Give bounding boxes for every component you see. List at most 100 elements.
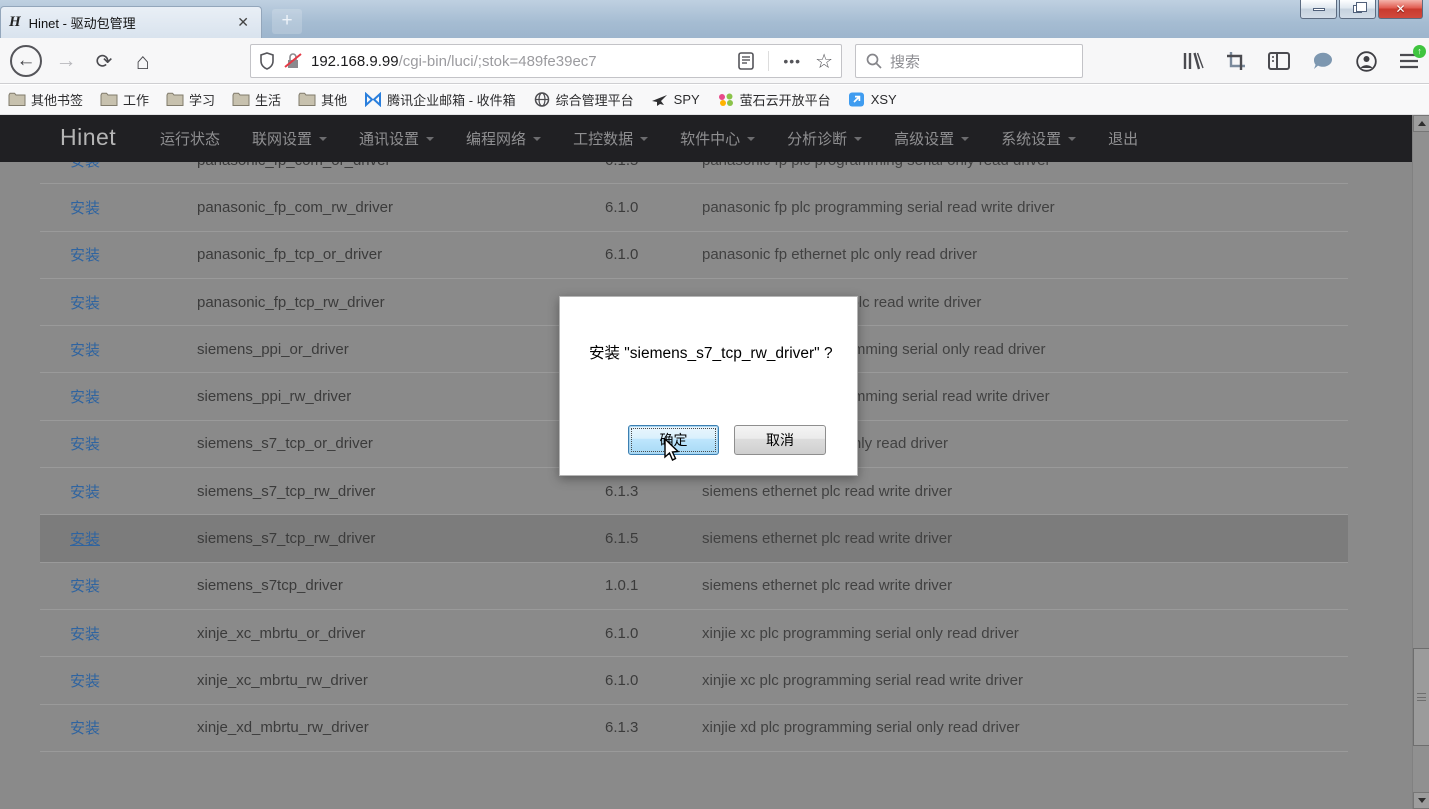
browser-tab[interactable]: H Hinet - 驱动包管理 ✕ — [0, 6, 262, 38]
bookmark-label: 萤石云开放平台 — [740, 90, 831, 109]
window-controls: ✕ — [1298, 0, 1423, 19]
forward-button[interactable]: → — [48, 38, 84, 84]
browser-toolbar: ← → ⟳ ⌂ 192.168.9.99/cgi-bin/luci/;stok=… — [0, 38, 1429, 84]
install-link[interactable]: 安装 — [70, 481, 197, 502]
bookmark-label: 工作 — [123, 90, 149, 109]
reload-button[interactable]: ⟳ — [86, 38, 122, 84]
table-row: 安装siemens_s7_tcp_rw_driver6.1.5siemens e… — [40, 515, 1348, 562]
driver-version: 6.1.0 — [605, 246, 702, 263]
bookmark-item[interactable]: 其他 — [298, 90, 347, 109]
bookmarks-bar: 其他书签 工作学习生活其他腾讯企业邮箱 - 收件箱综合管理平台 SPY 萤石云开放平台… — [0, 85, 1429, 115]
nav-item-编程网络[interactable]: 编程网络 — [466, 128, 541, 149]
nav-item-软件中心[interactable]: 软件中心 — [680, 128, 755, 149]
install-link[interactable]: 安装 — [70, 339, 197, 360]
restore-button[interactable] — [1339, 0, 1376, 19]
shield-icon — [259, 52, 275, 70]
driver-name: panasonic_fp_tcp_rw_driver — [197, 294, 605, 311]
bookmark-item[interactable]: 腾讯企业邮箱 - 收件箱 — [364, 90, 516, 109]
bookmark-item[interactable]: SPY — [651, 92, 700, 107]
nav-item-联网设置[interactable]: 联网设置 — [252, 128, 327, 149]
table-row: 安装panasonic_fp_tcp_or_driver6.1.0panason… — [40, 232, 1348, 279]
install-link[interactable]: 安装 — [70, 386, 197, 407]
site-brand[interactable]: Hinet — [60, 124, 116, 151]
bookmark-item[interactable]: 学习 — [166, 90, 215, 109]
restore-icon — [1353, 5, 1362, 13]
folder-icon — [298, 92, 316, 107]
install-link[interactable]: 安装 — [70, 717, 197, 738]
bookmark-label: SPY — [674, 92, 700, 107]
menu-button[interactable]: ↑ — [1399, 53, 1419, 69]
bookmark-item[interactable]: 综合管理平台 — [533, 90, 634, 109]
bookmark-star-icon[interactable]: ☆ — [815, 49, 833, 74]
scrollbar-thumb[interactable] — [1413, 648, 1429, 746]
install-link[interactable]: 安装 — [70, 623, 197, 644]
reader-view-icon[interactable] — [738, 52, 754, 70]
sidebar-button[interactable] — [1268, 52, 1290, 70]
install-link[interactable]: 安装 — [70, 575, 197, 596]
driver-version: 6.1.5 — [605, 530, 702, 547]
nav-item-分析诊断[interactable]: 分析诊断 — [787, 128, 862, 149]
insecure-lock-icon — [283, 52, 303, 70]
new-tab-button[interactable]: + — [272, 9, 302, 34]
minimize-button[interactable] — [1300, 0, 1337, 19]
bookmark-item[interactable]: 生活 — [232, 90, 281, 109]
bookmark-item[interactable]: 工作 — [100, 90, 149, 109]
driver-name: panasonic_fp_com_rw_driver — [197, 199, 605, 216]
close-button[interactable]: ✕ — [1378, 0, 1423, 19]
install-link[interactable]: 安装 — [70, 197, 197, 218]
driver-version: 6.1.0 — [605, 625, 702, 642]
driver-description: panasonic fp plc programming serial read… — [702, 199, 1348, 216]
nav-item-运行状态[interactable]: 运行状态 — [160, 128, 220, 149]
table-row: 安装xinje_xc_mbrtu_or_driver6.1.0xinjie xc… — [40, 610, 1348, 657]
nav-item-label: 退出 — [1108, 128, 1138, 149]
url-text[interactable]: 192.168.9.99/cgi-bin/luci/;stok=489fe39e… — [311, 53, 738, 70]
blue-arrow-icon — [848, 92, 866, 107]
bookmark-label: XSY — [871, 92, 897, 107]
dialog-message: 安装 "siemens_s7_tcp_rw_driver" ? — [589, 341, 833, 363]
chevron-down-icon — [319, 137, 327, 141]
nav-item-工控数据[interactable]: 工控数据 — [573, 128, 648, 149]
tencent-mail-icon — [364, 92, 382, 107]
nav-item-label: 系统设置 — [1001, 128, 1061, 149]
bookmark-item[interactable]: 其他书签 — [8, 90, 83, 109]
screenshot-button[interactable] — [1226, 51, 1246, 71]
nav-item-label: 通讯设置 — [359, 128, 419, 149]
nav-item-label: 运行状态 — [160, 128, 220, 149]
driver-name: siemens_s7tcp_driver — [197, 577, 605, 594]
install-link[interactable]: 安装 — [70, 670, 197, 691]
page-actions-icon[interactable]: ••• — [783, 53, 801, 69]
library-button[interactable] — [1182, 51, 1204, 71]
url-path: /cgi-bin/luci/;stok=489fe39ec7 — [399, 53, 597, 70]
driver-version: 1.0.1 — [605, 577, 702, 594]
search-icon — [866, 53, 882, 69]
chevron-down-icon — [533, 137, 541, 141]
nav-item-高级设置[interactable]: 高级设置 — [894, 128, 969, 149]
install-link[interactable]: 安装 — [70, 433, 197, 454]
driver-name: xinje_xc_mbrtu_rw_driver — [197, 672, 605, 689]
tab-close-icon[interactable]: ✕ — [233, 12, 253, 33]
bookmark-item[interactable]: 萤石云开放平台 — [717, 90, 831, 109]
chat-extension-button[interactable] — [1312, 52, 1334, 71]
nav-item-退出[interactable]: 退出 — [1108, 128, 1138, 149]
divider — [768, 51, 769, 71]
driver-version: 6.1.0 — [605, 199, 702, 216]
update-badge-icon: ↑ — [1413, 45, 1426, 58]
nav-item-通讯设置[interactable]: 通讯设置 — [359, 128, 434, 149]
bookmark-item[interactable]: XSY — [848, 92, 897, 107]
back-button[interactable]: ← — [6, 38, 46, 84]
scroll-up-button[interactable] — [1413, 115, 1429, 132]
driver-version: 6.1.0 — [605, 672, 702, 689]
cancel-button[interactable]: 取消 — [734, 425, 826, 455]
account-button[interactable] — [1356, 51, 1377, 72]
install-link[interactable]: 安装 — [70, 528, 197, 549]
install-link[interactable]: 安装 — [70, 292, 197, 313]
folder-icon — [8, 92, 26, 107]
nav-item-系统设置[interactable]: 系统设置 — [1001, 128, 1076, 149]
install-link[interactable]: 安装 — [70, 244, 197, 265]
search-box[interactable]: 搜索 — [855, 44, 1083, 78]
home-button[interactable]: ⌂ — [124, 38, 162, 84]
url-bar[interactable]: 192.168.9.99/cgi-bin/luci/;stok=489fe39e… — [250, 44, 842, 78]
page-scrollbar[interactable] — [1412, 115, 1429, 809]
scroll-down-button[interactable] — [1413, 792, 1429, 809]
chevron-down-icon — [961, 137, 969, 141]
